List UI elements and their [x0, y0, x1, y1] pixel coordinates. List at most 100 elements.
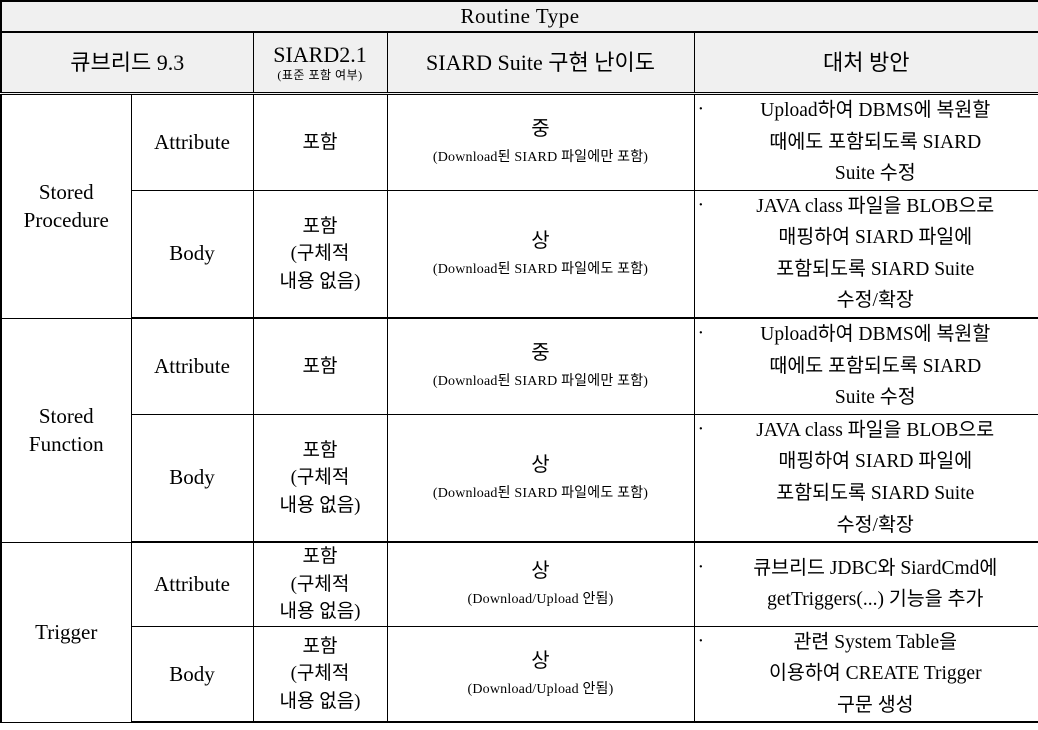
inclusion-cell: 포함: [252, 317, 388, 415]
action-line: 포함되도록 SIARD Suite: [776, 258, 975, 280]
table-title-row: Routine Type: [0, 0, 1038, 33]
action-cell: Upload하여 DBMS에 복원할 때에도 포함되도록 SIARD Suite…: [693, 317, 1038, 415]
action-line: 때에도 포함되도록 SIARD: [769, 355, 982, 377]
part-label: Body: [130, 625, 254, 724]
action-line: getTriggers(...) 기능을 추가: [767, 589, 984, 611]
action-bullet: 큐브리드 JDBC와 SiardCmd에 getTriggers(...) 기능…: [695, 551, 1038, 616]
column-header-siard: SIARD2.1 (표준 포함 여부): [252, 31, 388, 95]
difficulty-note: (Download/Upload 안됨): [467, 592, 614, 608]
action-line: 큐브리드 JDBC와 SiardCmd에: [753, 557, 998, 579]
table-title: Routine Type: [0, 0, 1038, 33]
table-row: Body 포함 (구체적 내용 없음) 상 (Download된 SIARD 파…: [1, 413, 1038, 544]
group-label-line: Procedure: [23, 208, 109, 233]
inclusion-line: 포함: [302, 355, 338, 377]
part-label: Attribute: [130, 541, 254, 627]
action-line: 매핑하여 SIARD 파일에: [778, 227, 973, 249]
inclusion-cell: 포함 (구체적 내용 없음): [252, 541, 388, 627]
inclusion-line: 포함: [302, 546, 338, 568]
column-header-action: 대처 방안: [693, 31, 1038, 95]
difficulty-level: 상: [531, 453, 550, 476]
group-label-stored-procedure: Stored Procedure: [0, 93, 132, 319]
difficulty-level: 상: [531, 560, 550, 583]
group-label-line: Stored: [38, 179, 94, 204]
action-line: 구문 생성: [836, 694, 914, 716]
table-row: Stored Function Attribute 포함 중 (Download…: [0, 317, 1038, 543]
action-line: 관련 System Table을: [793, 631, 958, 653]
difficulty-cell: 상 (Download/Upload 안됨): [386, 625, 695, 724]
action-cell: 큐브리드 JDBC와 SiardCmd에 getTriggers(...) 기능…: [693, 541, 1038, 627]
difficulty-cell: 상 (Download된 SIARD 파일에도 포함): [386, 189, 695, 320]
table-header-row: 큐브리드 9.3 SIARD2.1 (표준 포함 여부) SIARD Suite…: [0, 31, 1038, 95]
action-cell: JAVA class 파일을 BLOB으로 매핑하여 SIARD 파일에 포함되…: [693, 413, 1038, 544]
difficulty-cell: 중 (Download된 SIARD 파일에만 포함): [386, 93, 695, 191]
action-cell: JAVA class 파일을 BLOB으로 매핑하여 SIARD 파일에 포함되…: [693, 189, 1038, 320]
inclusion-line: (구체적: [290, 573, 350, 595]
inclusion-cell: 포함 (구체적 내용 없음): [252, 625, 388, 724]
group-label-line: Stored: [38, 403, 94, 428]
action-cell: 관련 System Table을 이용하여 CREATE Trigger 구문 …: [693, 625, 1038, 724]
action-bullet: Upload하여 DBMS에 복원할 때에도 포함되도록 SIARD Suite…: [695, 317, 1038, 414]
difficulty-level: 상: [531, 650, 550, 673]
action-line: 매핑하여 SIARD 파일에: [778, 451, 973, 473]
column-header-difficulty: SIARD Suite 구현 난이도: [386, 31, 695, 95]
inclusion-line: 포함: [302, 215, 338, 237]
difficulty-note: (Download된 SIARD 파일에도 포함): [432, 261, 649, 277]
action-line: 이용하여 CREATE Trigger: [768, 663, 982, 685]
column-header-siard-main: SIARD2.1: [273, 42, 367, 68]
action-line: 때에도 포함되도록 SIARD: [769, 131, 982, 153]
action-line: JAVA class 파일을 BLOB으로: [756, 419, 995, 441]
action-line: 수정/확장: [836, 290, 914, 312]
inclusion-cell: 포함: [252, 93, 388, 191]
inclusion-cell: 포함 (구체적 내용 없음): [252, 413, 388, 544]
action-line: 수정/확장: [836, 514, 914, 536]
group-label-line: Function: [28, 432, 104, 457]
action-cell: Upload하여 DBMS에 복원할 때에도 포함되도록 SIARD Suite…: [693, 93, 1038, 191]
difficulty-level: 중: [531, 118, 550, 141]
routine-type-table-container: Routine Type 큐브리드 9.3 SIARD2.1 (표준 포함 여부…: [0, 0, 1038, 730]
action-line: Upload하여 DBMS에 복원할: [760, 324, 991, 346]
difficulty-note: (Download된 SIARD 파일에도 포함): [432, 485, 649, 501]
table-row: Stored Procedure Attribute 포함 중 (Downloa…: [0, 93, 1038, 319]
action-line: JAVA class 파일을 BLOB으로: [756, 195, 995, 217]
inclusion-line: 내용 없음): [279, 601, 361, 623]
table-row: Body 포함 (구체적 내용 없음) 상 (Download/Upload 안…: [1, 625, 1038, 724]
difficulty-note: (Download된 SIARD 파일에만 포함): [432, 374, 649, 390]
difficulty-cell: 상 (Download된 SIARD 파일에도 포함): [386, 413, 695, 544]
inclusion-line: 포함: [302, 439, 338, 461]
inclusion-line: (구체적: [290, 467, 350, 489]
action-bullet: JAVA class 파일을 BLOB으로 매핑하여 SIARD 파일에 포함되…: [695, 189, 1038, 317]
routine-type-table: Routine Type 큐브리드 9.3 SIARD2.1 (표준 포함 여부…: [0, 0, 1038, 724]
action-line: Suite 수정: [834, 387, 916, 409]
part-label: Attribute: [130, 93, 254, 191]
action-bullet: 관련 System Table을 이용하여 CREATE Trigger 구문 …: [695, 625, 1038, 722]
table-row: Body 포함 (구체적 내용 없음) 상 (Download된 SIARD 파…: [1, 189, 1038, 320]
inclusion-line: 내용 없음): [279, 270, 361, 292]
inclusion-line: (구체적: [290, 243, 350, 265]
difficulty-note: (Download/Upload 안됨): [467, 682, 614, 698]
group-label-line: Trigger: [35, 620, 98, 645]
inclusion-line: 포함: [302, 131, 338, 153]
group-label-trigger: Trigger: [0, 541, 132, 723]
action-line: 포함되도록 SIARD Suite: [776, 482, 975, 504]
group-label-stored-function: Stored Function: [0, 317, 132, 543]
action-line: Upload하여 DBMS에 복원할: [760, 100, 991, 121]
difficulty-level: 상: [531, 229, 550, 252]
difficulty-cell: 중 (Download된 SIARD 파일에만 포함): [386, 317, 695, 415]
inclusion-line: 내용 없음): [279, 494, 361, 516]
column-header-siard-sub: (표준 포함 여부): [277, 68, 363, 83]
part-label: Body: [130, 413, 254, 544]
inclusion-line: 내용 없음): [279, 690, 361, 712]
table-row: Trigger Attribute 포함 (구체적 내용 없음) 상 (Down…: [0, 541, 1038, 723]
inclusion-cell: 포함 (구체적 내용 없음): [252, 189, 388, 320]
action-bullet: Upload하여 DBMS에 복원할 때에도 포함되도록 SIARD Suite…: [695, 93, 1038, 190]
inclusion-line: 포함: [302, 635, 338, 657]
part-label: Attribute: [130, 317, 254, 415]
column-header-cubrid: 큐브리드 9.3: [0, 31, 254, 95]
action-line: Suite 수정: [834, 163, 916, 185]
inclusion-line: (구체적: [290, 663, 350, 685]
difficulty-level: 중: [531, 342, 550, 365]
difficulty-cell: 상 (Download/Upload 안됨): [386, 541, 695, 627]
action-bullet: JAVA class 파일을 BLOB으로 매핑하여 SIARD 파일에 포함되…: [695, 413, 1038, 541]
part-label: Body: [130, 189, 254, 320]
difficulty-note: (Download된 SIARD 파일에만 포함): [432, 150, 649, 166]
